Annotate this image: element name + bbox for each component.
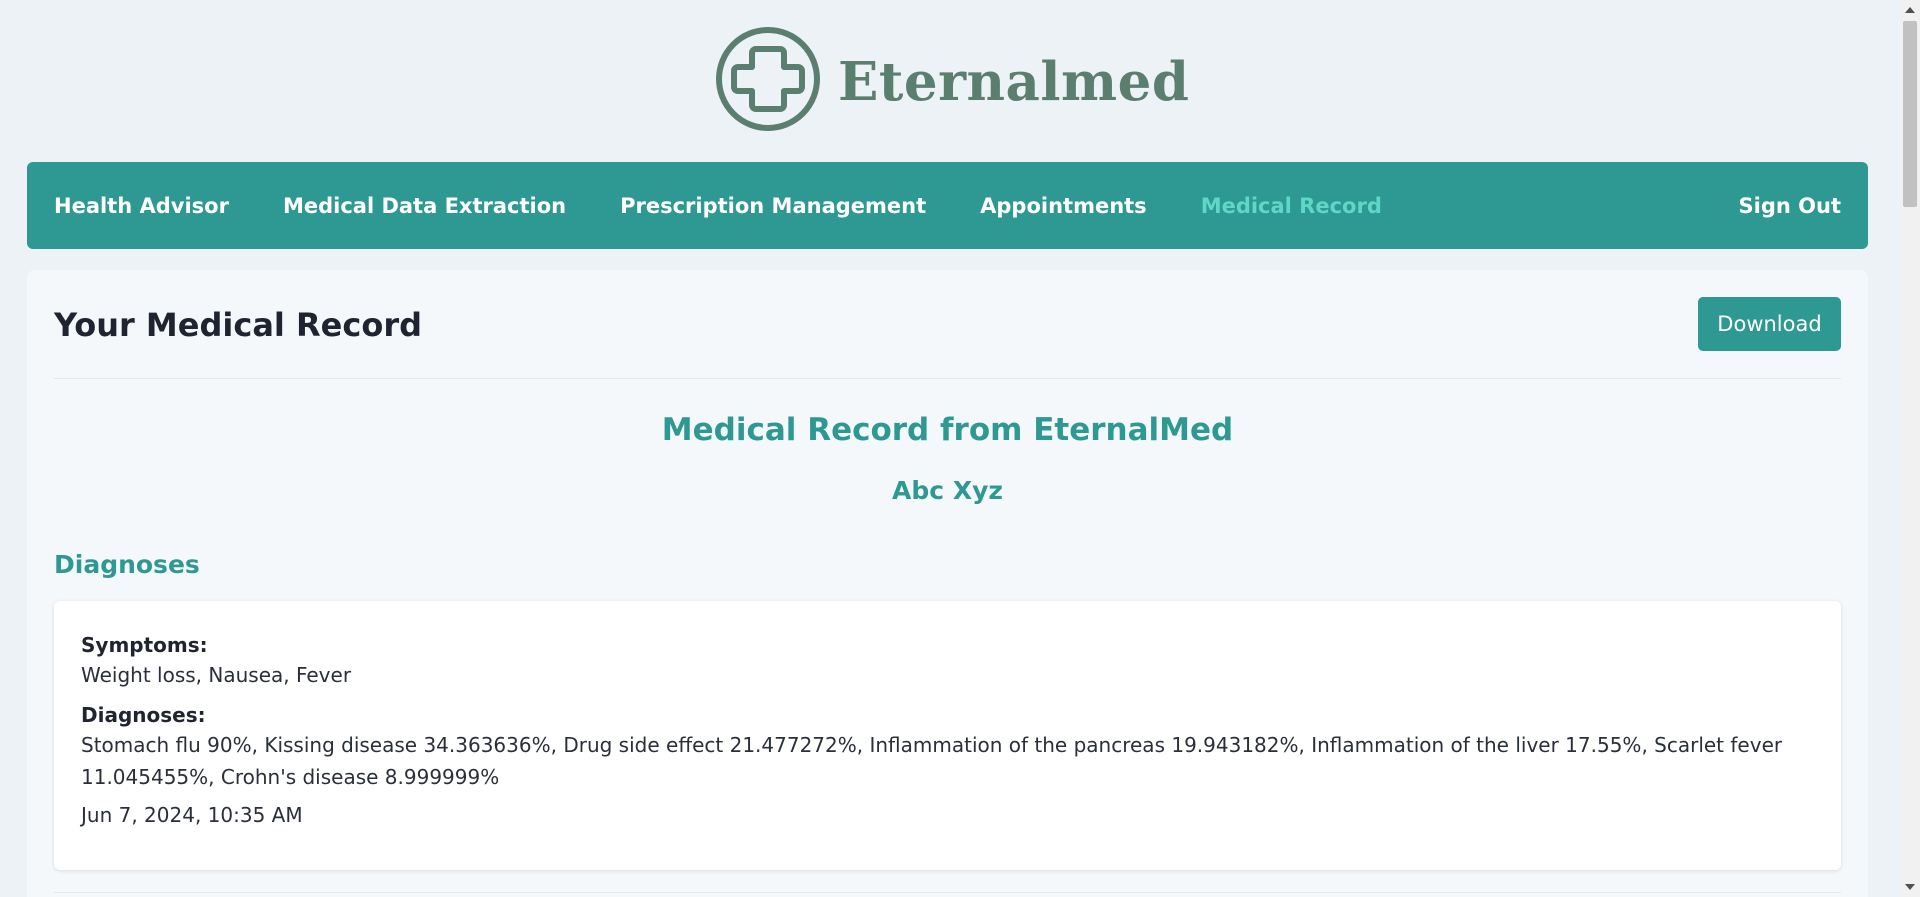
nav-item-health-advisor[interactable]: Health Advisor <box>54 194 229 218</box>
diagnoses-section-title: Diagnoses <box>54 550 200 579</box>
card-header: Your Medical Record Download <box>54 270 1841 379</box>
page-title: Your Medical Record <box>54 306 422 344</box>
symptoms-label: Symptoms: <box>81 633 208 657</box>
record-title: Medical Record from EternalMed <box>661 412 1234 448</box>
scroll-up-button[interactable] <box>1900 0 1920 20</box>
nav-item-appointments[interactable]: Appointments <box>980 194 1147 218</box>
divider <box>54 892 1841 893</box>
diagnosis-entry: Symptoms: Weight loss, Nausea, Fever Dia… <box>54 601 1841 870</box>
medical-record-card: Your Medical Record Download Medical Rec… <box>27 270 1868 897</box>
main-nav: Health Advisor Medical Data Extraction P… <box>27 162 1868 249</box>
download-button[interactable]: Download <box>1698 297 1841 351</box>
sign-out-link[interactable]: Sign Out <box>1739 194 1841 218</box>
diagnoses-value: Stomach flu 90%, Kissing disease 34.3636… <box>81 733 1783 789</box>
nav-item-medical-record[interactable]: Medical Record <box>1201 194 1382 218</box>
symptoms-value: Weight loss, Nausea, Fever <box>81 663 352 687</box>
nav-item-prescription-management[interactable]: Prescription Management <box>620 194 926 218</box>
brand-logo[interactable]: Eternalmed <box>714 25 1189 133</box>
entry-date: Jun 7, 2024, 10:35 AM <box>81 803 303 827</box>
scroll-down-button[interactable] <box>1900 877 1920 897</box>
scrollbar-thumb[interactable] <box>1903 21 1917 207</box>
page: Eternalmed Health Advisor Medical Data E… <box>0 0 1900 897</box>
nav-item-medical-data-extraction[interactable]: Medical Data Extraction <box>283 194 566 218</box>
scroll-down-icon <box>1905 884 1915 890</box>
brand-name: Eternalmed <box>838 51 1190 113</box>
scroll-up-icon <box>1905 7 1915 13</box>
medical-cross-icon <box>716 27 820 131</box>
patient-name: Abc Xyz <box>892 476 1003 505</box>
diagnoses-label: Diagnoses: <box>81 703 206 727</box>
vertical-scrollbar[interactable] <box>1900 0 1920 897</box>
